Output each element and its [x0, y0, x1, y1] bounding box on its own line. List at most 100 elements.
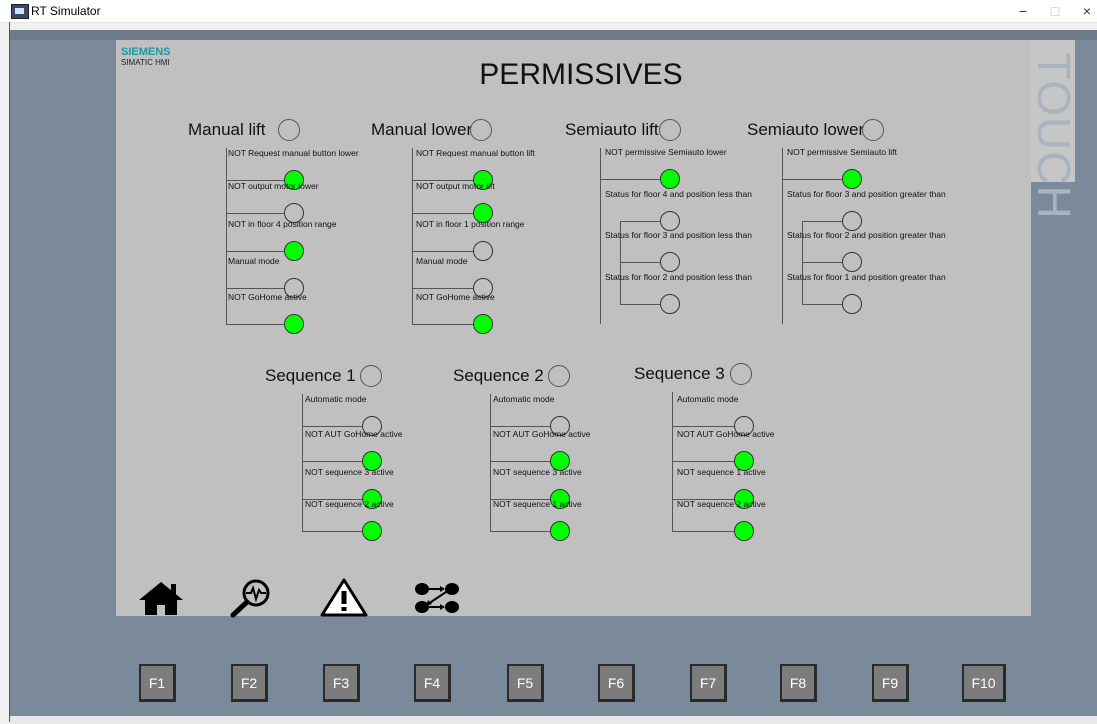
alarm-warning-icon[interactable]: [320, 578, 368, 623]
permissive-label: Status for floor 1 and position greater …: [787, 272, 946, 282]
function-key-label: F8: [782, 666, 814, 699]
manual-lift-status-led: [278, 119, 300, 141]
status-led: [734, 521, 754, 541]
permissive-label: NOT output motor lower: [228, 181, 319, 191]
permissive-label: NOT AUT GoHome active: [493, 429, 591, 439]
permissive-label: NOT AUT GoHome active: [305, 429, 403, 439]
branch-line: [226, 213, 284, 214]
permissive-label: Manual mode: [228, 256, 280, 266]
window-bottom-strip: [10, 716, 1097, 724]
permissive-label: NOT sequence 3 active: [493, 467, 582, 477]
branch-line: [412, 213, 473, 214]
status-led: [660, 294, 680, 314]
permissive-label: NOT GoHome active: [416, 292, 495, 302]
status-led: [842, 211, 862, 231]
permissive-label: NOT sequence 3 active: [305, 467, 394, 477]
function-key-label: F9: [874, 666, 906, 699]
status-led: [842, 252, 862, 272]
function-key-f7[interactable]: F7: [690, 664, 727, 702]
permissive-label: NOT in floor 4 position range: [228, 219, 337, 229]
permissive-label: NOT sequence 1 active: [493, 499, 582, 509]
permissive-label: Status for floor 2 and position greater …: [787, 230, 946, 240]
branch-line: [412, 251, 473, 252]
function-key-label: F5: [509, 666, 541, 699]
maximize-button[interactable]: □: [1040, 2, 1070, 20]
function-key-f2[interactable]: F2: [231, 664, 268, 702]
function-key-f5[interactable]: F5: [507, 664, 544, 702]
function-key-label: F10: [964, 666, 1003, 699]
status-led: [284, 241, 304, 261]
permissive-label: Automatic mode: [677, 394, 739, 404]
branch-line: [490, 461, 550, 462]
close-button[interactable]: ×: [1072, 2, 1097, 20]
status-led: [660, 169, 680, 189]
sequence-3-title: Sequence 3: [634, 364, 725, 383]
branch-line: [672, 461, 734, 462]
function-key-f8[interactable]: F8: [780, 664, 817, 702]
permissive-label: NOT in floor 1 position range: [416, 219, 525, 229]
status-led: [284, 314, 304, 334]
permissive-label: NOT output motor lift: [416, 181, 495, 191]
function-key-label: F7: [692, 666, 724, 699]
branch-line: [782, 179, 842, 180]
branch-line: [490, 531, 550, 532]
sequence-2-tree-line: [490, 394, 491, 531]
branch-line: [302, 426, 362, 427]
function-key-f9[interactable]: F9: [872, 664, 909, 702]
function-key-f6[interactable]: F6: [598, 664, 635, 702]
branch-line: [226, 288, 284, 289]
branch-line: [226, 324, 284, 325]
manual-lift-title: Manual lift: [188, 120, 266, 139]
permissive-label: Status for floor 3 and position greater …: [787, 189, 946, 199]
manual-lift-tree-line: [226, 148, 227, 324]
sequence-flow-icon[interactable]: [413, 580, 461, 621]
branch-line: [600, 179, 660, 180]
branch-line: [620, 221, 660, 222]
function-key-f4[interactable]: F4: [414, 664, 451, 702]
manual-lower-title: Manual lower: [371, 120, 473, 139]
branch-line: [672, 531, 734, 532]
status-led: [473, 314, 493, 334]
function-key-f1[interactable]: F1: [139, 664, 176, 702]
branch-line: [802, 262, 842, 263]
permissive-label: NOT sequence 1 active: [677, 467, 766, 477]
function-key-label: F1: [141, 666, 173, 699]
function-key-f3[interactable]: F3: [323, 664, 360, 702]
sequence-2-status-led: [548, 365, 570, 387]
branch-line: [302, 531, 362, 532]
status-led: [842, 294, 862, 314]
page-title: PERMISSIVES: [479, 58, 683, 91]
function-key-label: F6: [600, 666, 632, 699]
brand-logo: SIEMENS: [121, 46, 171, 58]
permissive-label: NOT permissive Semiauto lift: [787, 147, 897, 157]
sequence-3-status-led: [730, 363, 752, 385]
diagnostics-icon[interactable]: [229, 578, 275, 623]
branch-line: [802, 304, 842, 305]
semiauto-lift-status-led: [659, 119, 681, 141]
permissive-label: NOT Request manual button lift: [416, 148, 535, 158]
status-led: [660, 252, 680, 272]
function-key-label: F4: [416, 666, 448, 699]
status-led: [842, 169, 862, 189]
permissive-label: NOT Request manual button lower: [228, 148, 359, 158]
branch-line: [226, 251, 284, 252]
status-led: [473, 241, 493, 261]
permissive-label: Automatic mode: [305, 394, 367, 404]
branch-line: [620, 304, 660, 305]
status-led: [550, 521, 570, 541]
manual-lower-status-led: [470, 119, 492, 141]
function-key-f10[interactable]: F10: [962, 664, 1006, 702]
function-key-label: F2: [233, 666, 265, 699]
function-key-label: F3: [325, 666, 357, 699]
home-icon[interactable]: [137, 580, 185, 621]
sequence-1-status-led: [360, 365, 382, 387]
app-icon: [11, 4, 29, 19]
branch-line: [672, 426, 734, 427]
branch-line: [802, 221, 842, 222]
window-titlebar: RT Simulator − □ ×: [0, 0, 1097, 23]
permissive-label: NOT AUT GoHome active: [677, 429, 775, 439]
permissive-label: NOT GoHome active: [228, 292, 307, 302]
permissive-label: Automatic mode: [493, 394, 555, 404]
sequence-1-tree-line: [302, 394, 303, 531]
minimize-button[interactable]: −: [1008, 2, 1038, 20]
